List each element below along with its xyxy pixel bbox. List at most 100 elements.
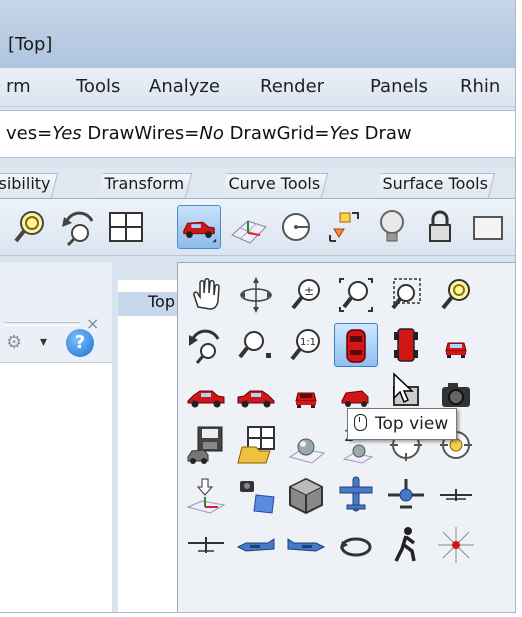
menu-analyze[interactable]: Analyze	[149, 76, 220, 97]
zoom-extents-button[interactable]	[8, 205, 52, 249]
aircraft-side-icon	[440, 489, 472, 501]
restore-view-icon	[237, 426, 275, 464]
title-bar[interactable]: [Top]	[0, 0, 515, 68]
tab-label: Curve Tools	[228, 174, 321, 193]
mouse-icon	[354, 414, 367, 431]
panel-grip[interactable]	[4, 322, 80, 326]
window-title: [Top]	[8, 34, 53, 55]
restore-view-button[interactable]	[234, 423, 278, 467]
set-view-button[interactable]	[177, 205, 221, 249]
option-drawgrid[interactable]: DrawGrid=	[224, 123, 330, 144]
rotate-icon	[240, 277, 272, 313]
cplane-button[interactable]	[274, 205, 318, 249]
zoom-target-button[interactable]	[234, 323, 278, 367]
hide-button[interactable]	[466, 205, 510, 249]
tab-surface-tools[interactable]: Surface Tools	[374, 173, 496, 198]
layer-icon	[473, 216, 503, 240]
command-options-line[interactable]: ves=Yes DrawWires=No DrawGrid=Yes Draw	[0, 110, 515, 158]
aircraft-front-icon	[388, 479, 424, 509]
save-view-button[interactable]	[184, 423, 228, 467]
aircraft-right-button[interactable]	[284, 523, 328, 567]
light-bulb-icon	[380, 210, 404, 242]
zoom-1to1-icon: 1:1	[290, 329, 320, 361]
menu-transform[interactable]: rm	[6, 76, 31, 97]
top-view-button[interactable]	[334, 323, 378, 367]
help-button[interactable]: ?	[66, 329, 94, 357]
cplane-icon	[282, 213, 310, 241]
orbit-button[interactable]	[334, 523, 378, 567]
option-draw[interactable]: Draw	[359, 123, 412, 144]
front-view-car-icon	[445, 342, 467, 358]
grid-options-button[interactable]	[226, 205, 270, 249]
pan-button[interactable]	[184, 273, 228, 317]
aircraft-top-button[interactable]	[334, 473, 378, 517]
gear-icon[interactable]: ⚙	[6, 332, 22, 353]
walkabout-button[interactable]	[384, 523, 428, 567]
four-viewports-button[interactable]	[104, 205, 148, 249]
back-view-button[interactable]	[284, 373, 328, 417]
zoom-selected-icon	[441, 279, 470, 310]
aircraft-right-icon	[287, 538, 326, 552]
sun-button[interactable]	[434, 523, 478, 567]
svg-text:1:1: 1:1	[300, 337, 316, 348]
named-position-button[interactable]	[322, 205, 366, 249]
tab-curve-tools[interactable]: Curve Tools	[220, 173, 328, 198]
left-view-button[interactable]	[184, 373, 228, 417]
right-view-button[interactable]	[234, 373, 278, 417]
option-value[interactable]: Yes	[329, 123, 358, 144]
save-view-icon	[187, 426, 223, 464]
option-value[interactable]: No	[199, 123, 223, 144]
tab-transform[interactable]: Transform	[96, 173, 192, 198]
bottom-view-button[interactable]	[384, 323, 428, 367]
aircraft-low-button[interactable]	[184, 523, 228, 567]
rotate-view-icon	[62, 211, 94, 247]
zoom-1to1-button[interactable]: 1:1	[284, 323, 328, 367]
tooltip-label: Top view	[375, 414, 449, 434]
right-view-car-icon	[237, 390, 275, 408]
lights-button[interactable]	[370, 205, 414, 249]
plane-sphere-icon	[288, 438, 326, 464]
zoom-target-icon	[238, 331, 271, 359]
tab-visibility[interactable]: sibility	[0, 173, 59, 198]
option-drawwires[interactable]: DrawWires=	[82, 123, 199, 144]
zoom-window-icon	[391, 278, 421, 310]
viewport-tab-top[interactable]: Top	[118, 292, 178, 316]
tab-label: Surface Tools	[382, 174, 488, 193]
set-cplane-icon	[186, 478, 226, 514]
lock-button[interactable]	[418, 205, 462, 249]
front-view-button[interactable]	[434, 323, 478, 367]
camera-move-button[interactable]	[234, 473, 278, 517]
chevron-down-icon[interactable]: ▾	[40, 334, 47, 350]
aircraft-left-button[interactable]	[234, 523, 278, 567]
zoom-extents-button[interactable]	[334, 273, 378, 317]
toolbar-tab-strip: sibility Transform Curve Tools Surface T…	[0, 168, 515, 199]
aircraft-left-icon	[236, 538, 275, 552]
rotate-button[interactable]	[234, 273, 278, 317]
menu-tools[interactable]: Tools	[76, 76, 120, 97]
set-view-car-icon	[183, 221, 217, 243]
command-options-text: ves=Yes DrawWires=No DrawGrid=Yes Draw	[6, 123, 412, 144]
menu-render[interactable]: Render	[260, 76, 324, 97]
plane-sphere-button[interactable]	[284, 423, 328, 467]
menu-rhino[interactable]: Rhin	[460, 76, 500, 97]
option-value[interactable]: Yes	[52, 123, 81, 144]
app-window: [Top] rm Tools Analyze Render Panels Rhi…	[0, 0, 516, 613]
box-view-icon	[288, 477, 324, 515]
option-text: ves=	[6, 123, 53, 144]
bottom-view-car-icon	[394, 328, 418, 362]
side-panel: × ⚙ ▾ ?	[0, 262, 112, 612]
aircraft-side-button[interactable]	[434, 473, 478, 517]
panel-close-icon[interactable]: ×	[86, 314, 99, 333]
viewport-area[interactable]: Top	[118, 280, 178, 612]
box-view-button[interactable]	[284, 473, 328, 517]
menu-panels[interactable]: Panels	[370, 76, 428, 97]
zoom-window-button[interactable]	[384, 273, 428, 317]
set-cplane-button[interactable]	[184, 473, 228, 517]
zoom-selected-button[interactable]	[434, 273, 478, 317]
undo-view-button[interactable]	[184, 323, 228, 367]
aircraft-front-button[interactable]	[384, 473, 428, 517]
zoom-extents-icon	[14, 211, 44, 243]
rotate-view-button[interactable]	[56, 205, 100, 249]
tooltip: Top view	[347, 408, 458, 440]
zoom-button[interactable]: ±	[284, 273, 328, 317]
